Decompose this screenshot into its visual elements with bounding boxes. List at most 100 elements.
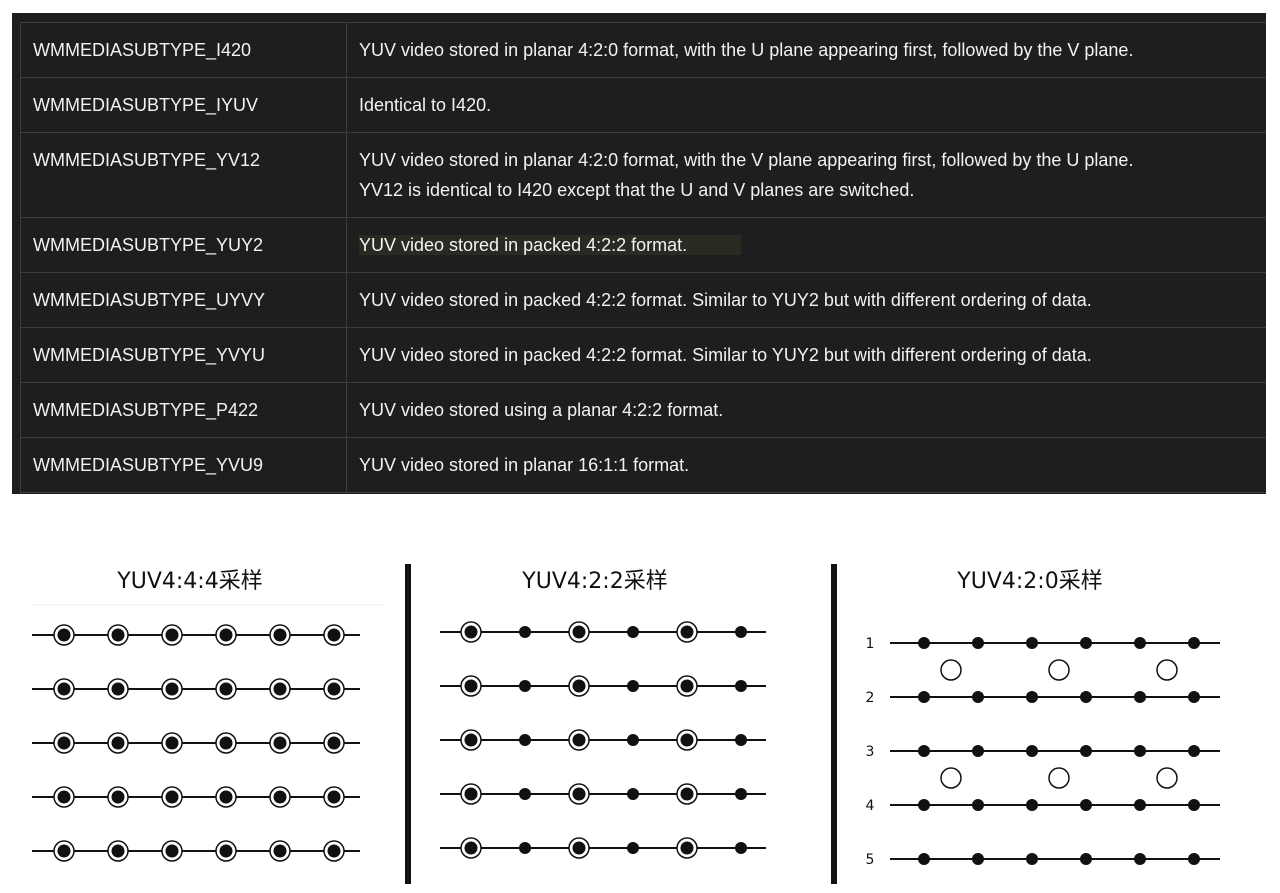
luma-sample-dot: [918, 637, 930, 649]
subtype-name-cell: WMMEDIASUBTYPE_UYVY: [20, 272, 347, 328]
luma-sample-dot: [273, 844, 287, 858]
luma-sample-dot: [1134, 637, 1146, 649]
chroma-sample-circle: [940, 767, 962, 789]
table-row: WMMEDIASUBTYPE_UYVY YUV video stored in p…: [20, 272, 1266, 328]
luma-sample-dot: [1134, 691, 1146, 703]
luma-sample-dot: [735, 842, 747, 854]
subtype-name-cell: WMMEDIASUBTYPE_YVYU: [20, 327, 347, 383]
luma-sample-dot: [519, 788, 531, 800]
luma-sample-dot: [273, 790, 287, 804]
chroma-sample-circle: [1156, 659, 1178, 681]
luma-sample-dot: [1026, 853, 1038, 865]
luma-sample-dot: [327, 682, 341, 696]
luma-sample-dot: [1134, 799, 1146, 811]
yuv-sampling-diagram: YUV4:4:4采样 YUV4:2:2采样 YUV4:2:0采样 1 2 3 4 5: [0, 540, 1280, 893]
luma-sample-dot: [918, 745, 930, 757]
luma-sample-dot: [165, 628, 179, 642]
luma-sample-dot: [1026, 745, 1038, 757]
luma-sample-dot: [572, 679, 586, 693]
table-row: WMMEDIASUBTYPE_I420 YUV video stored in p…: [20, 22, 1266, 78]
chroma-sample-circle: [940, 659, 962, 681]
panel-separator: [405, 564, 411, 884]
luma-sample-dot: [1026, 691, 1038, 703]
subtype-description-cell: YUV video stored using a planar 4:2:2 fo…: [346, 382, 1266, 438]
subtype-description-line: YUV video stored in packed 4:2:2 format.…: [359, 345, 1092, 365]
luma-sample-dot: [1026, 799, 1038, 811]
subtype-description-line: YUV video stored in planar 16:1:1 format…: [359, 455, 690, 475]
subtype-description-cell: YUV video stored in packed 4:2:2 format.: [346, 217, 1266, 273]
subtype-name: WMMEDIASUBTYPE_UYVY: [33, 290, 266, 310]
luma-sample-dot: [627, 680, 639, 692]
subtype-table: WMMEDIASUBTYPE_I420 YUV video stored in p…: [20, 22, 1266, 493]
subtype-description-line: YUV video stored in packed 4:2:2 format.…: [359, 290, 1092, 310]
chroma-sample-circle: [1156, 767, 1178, 789]
luma-sample-dot: [519, 680, 531, 692]
subtype-description-cell: YUV video stored in packed 4:2:2 format.…: [346, 272, 1266, 328]
luma-sample-dot: [1026, 637, 1038, 649]
subtype-description-cell: YUV video stored in planar 4:2:0 format,…: [346, 132, 1266, 218]
table-row: WMMEDIASUBTYPE_YV12 YUV video stored in p…: [20, 132, 1266, 218]
luma-sample-dot: [57, 844, 71, 858]
subtype-name: WMMEDIASUBTYPE_YVU9: [33, 455, 264, 475]
luma-sample-dot: [57, 682, 71, 696]
luma-sample-dot: [111, 790, 125, 804]
luma-sample-dot: [1188, 853, 1200, 865]
subtype-name-cell: WMMEDIASUBTYPE_YUY2: [20, 217, 347, 273]
luma-sample-dot: [57, 628, 71, 642]
luma-sample-dot: [680, 625, 694, 639]
luma-sample-dot: [57, 736, 71, 750]
row-number-label: 2: [866, 690, 875, 706]
subtype-name: WMMEDIASUBTYPE_YUY2: [33, 235, 264, 255]
row-number-label: 1: [866, 636, 875, 652]
subtype-name: WMMEDIASUBTYPE_IYUV: [33, 95, 259, 115]
luma-sample-dot: [1188, 745, 1200, 757]
luma-sample-dot: [165, 844, 179, 858]
luma-sample-dot: [1188, 637, 1200, 649]
luma-sample-dot: [464, 841, 478, 855]
luma-sample-dot: [111, 682, 125, 696]
subtype-name-cell: WMMEDIASUBTYPE_YVU9: [20, 437, 347, 493]
luma-sample-dot: [1080, 745, 1092, 757]
sampling-diagram-svg: YUV4:4:4采样 YUV4:2:2采样 YUV4:2:0采样 1 2 3 4 5: [32, 564, 1220, 884]
luma-sample-dot: [327, 736, 341, 750]
luma-sample-dot: [1134, 853, 1146, 865]
subtype-name: WMMEDIASUBTYPE_I420: [33, 40, 252, 60]
subtype-table-panel: WMMEDIASUBTYPE_I420 YUV video stored in p…: [12, 13, 1266, 494]
diagram-title: YUV4:2:0采样: [956, 569, 1102, 594]
subtype-name-cell: WMMEDIASUBTYPE_I420: [20, 22, 347, 78]
luma-sample-dot: [918, 853, 930, 865]
panel-separator: [831, 564, 837, 884]
luma-sample-dot: [627, 842, 639, 854]
subtype-name-cell: WMMEDIASUBTYPE_YV12: [20, 132, 347, 218]
subtype-description-cell: Identical to I420.: [346, 77, 1266, 133]
luma-sample-dot: [219, 844, 233, 858]
luma-sample-dot: [972, 745, 984, 757]
table-row: WMMEDIASUBTYPE_YVYU YUV video stored in p…: [20, 327, 1266, 383]
subtype-description-line: YUV video stored in planar 4:2:0 format,…: [359, 40, 1134, 60]
luma-sample-dot: [327, 844, 341, 858]
luma-sample-dot: [918, 691, 930, 703]
subtype-name-cell: WMMEDIASUBTYPE_IYUV: [20, 77, 347, 133]
luma-sample-dot: [327, 790, 341, 804]
luma-sample-dot: [1080, 853, 1092, 865]
luma-sample-dot: [464, 733, 478, 747]
luma-sample-dot: [627, 788, 639, 800]
luma-sample-dot: [1134, 745, 1146, 757]
luma-sample-dot: [680, 841, 694, 855]
luma-sample-dot: [219, 736, 233, 750]
table-row: WMMEDIASUBTYPE_P422 YUV video stored usin…: [20, 382, 1266, 438]
luma-sample-dot: [1080, 691, 1092, 703]
luma-sample-dot: [918, 799, 930, 811]
subtype-name-cell: WMMEDIASUBTYPE_P422: [20, 382, 347, 438]
luma-sample-dot: [273, 682, 287, 696]
luma-sample-dot: [464, 679, 478, 693]
luma-sample-dot: [165, 790, 179, 804]
luma-sample-dot: [972, 691, 984, 703]
chroma-sample-circle: [1048, 767, 1070, 789]
subtype-description-cell: YUV video stored in packed 4:2:2 format.…: [346, 327, 1266, 383]
luma-sample-dot: [680, 679, 694, 693]
luma-sample-dot: [572, 841, 586, 855]
subtype-description-cell: YUV video stored in planar 4:2:0 format,…: [346, 22, 1266, 78]
subtype-name: WMMEDIASUBTYPE_YV12: [33, 150, 261, 170]
luma-sample-dot: [219, 790, 233, 804]
